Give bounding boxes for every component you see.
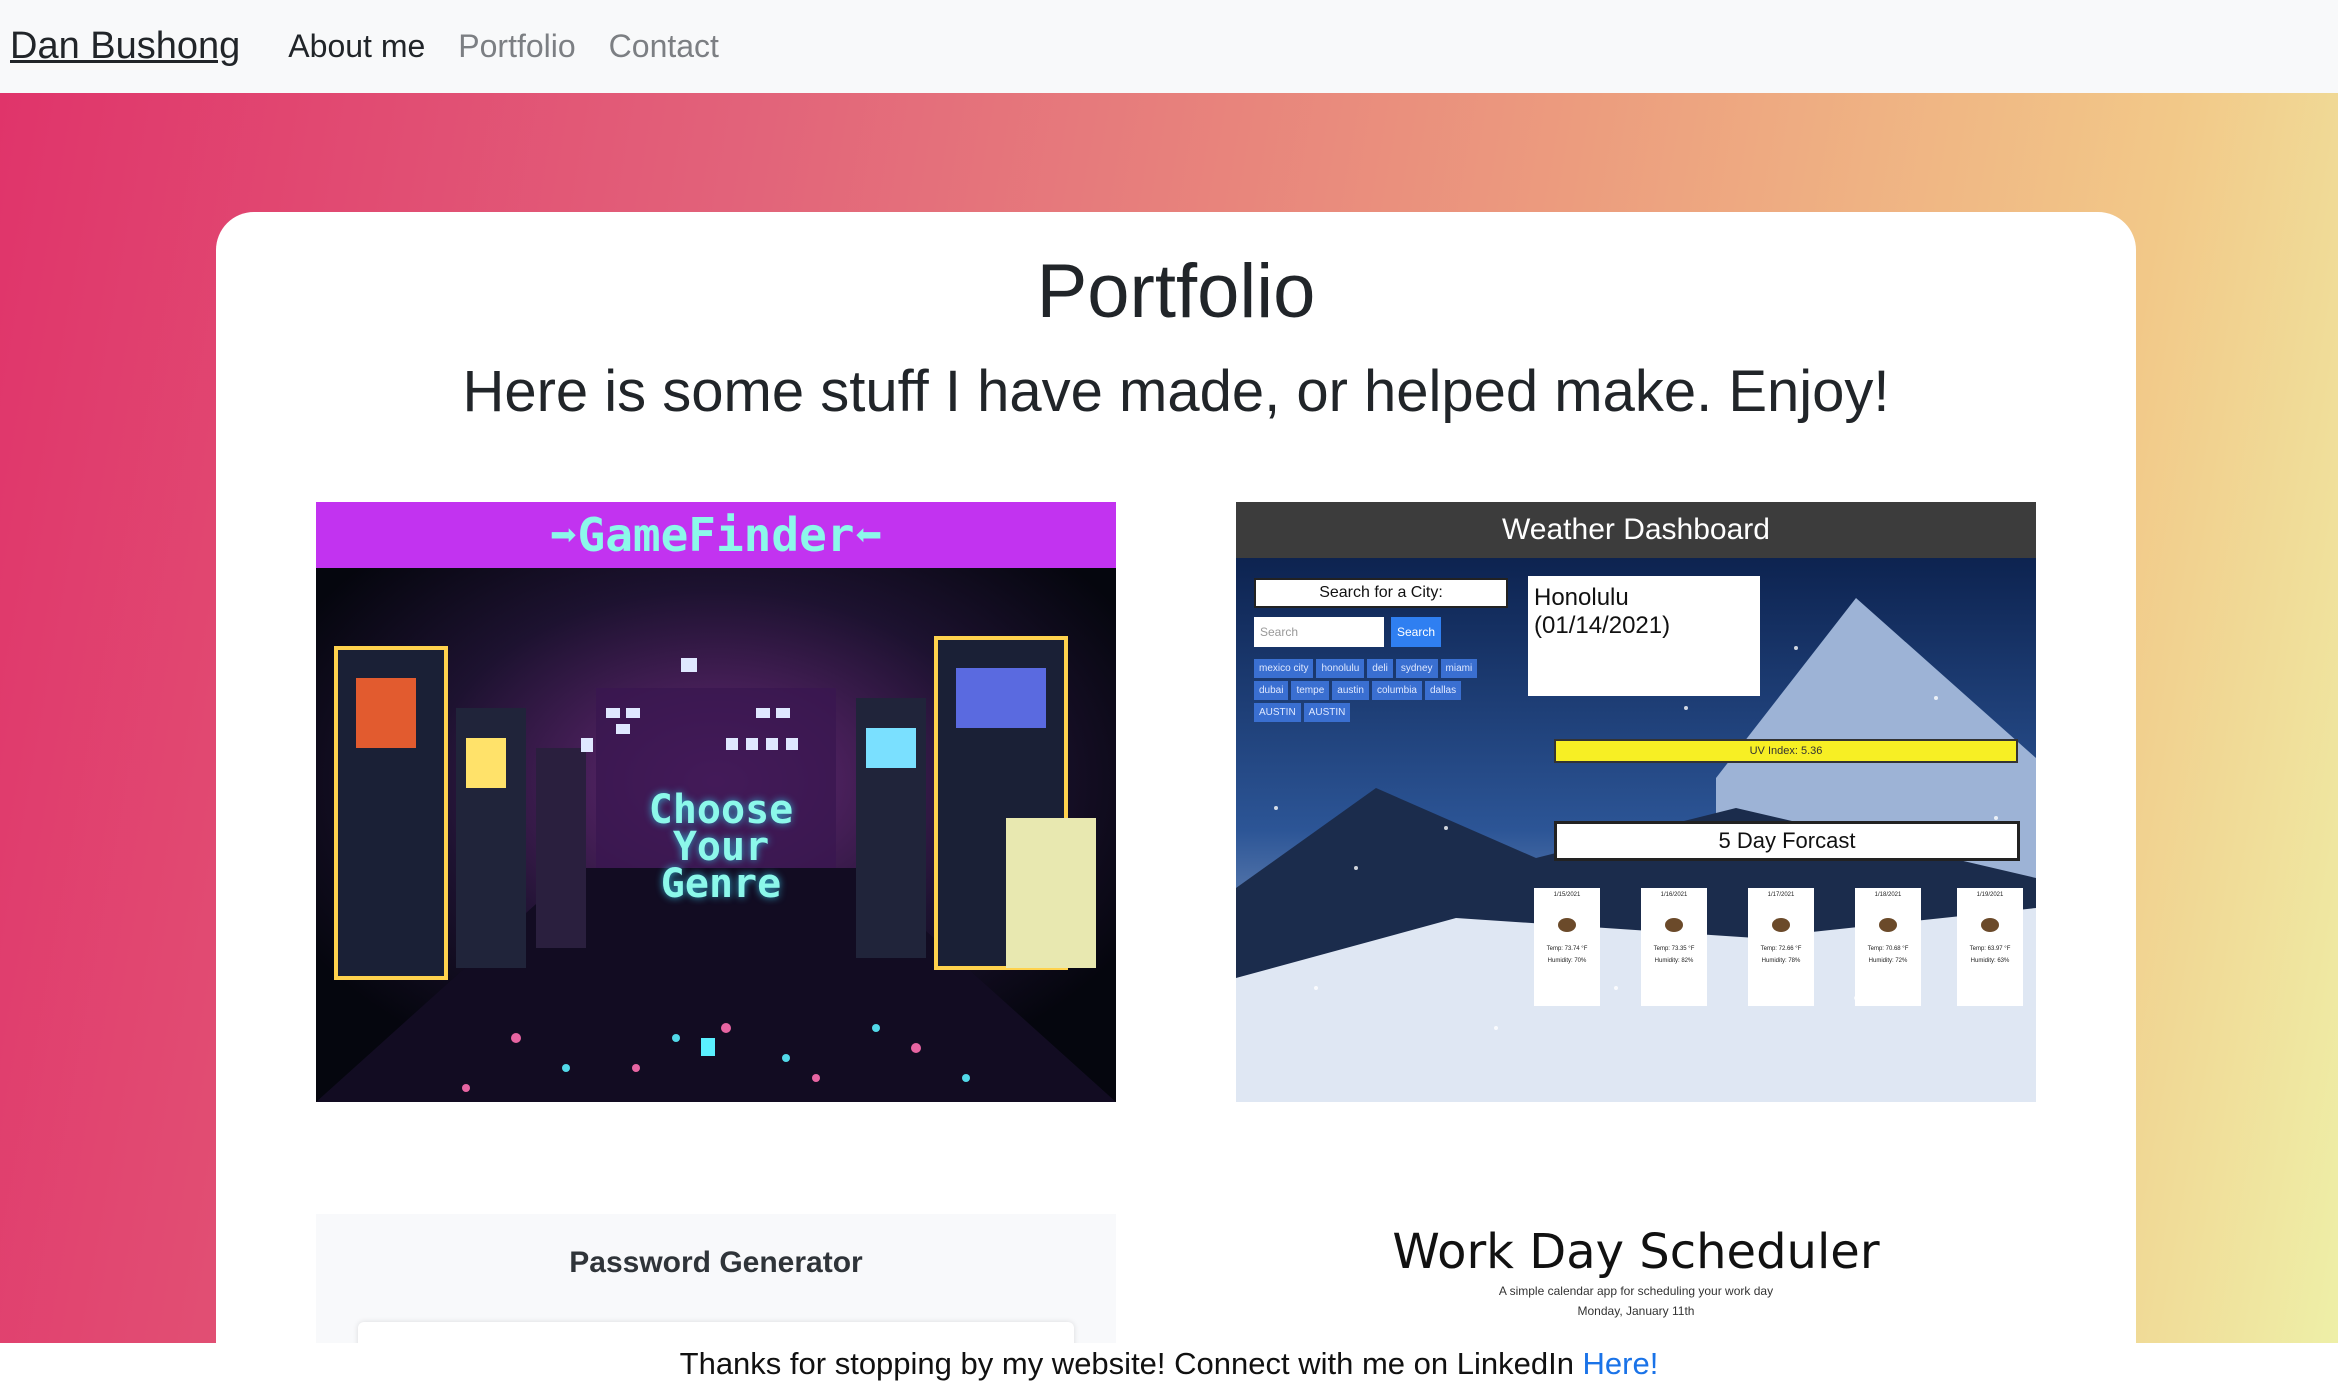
gamefinder-banner-text: GameFinder [577, 508, 855, 562]
forecast-temp: Temp: 73.74 °F [1546, 946, 1588, 952]
weather-city-chip: dubai [1254, 681, 1289, 700]
forecast-humidity: Humidity: 78% [1761, 958, 1801, 964]
forecast-date: 1/19/2021 [1976, 892, 2004, 898]
forecast-date: 1/15/2021 [1553, 892, 1581, 898]
project-gamefinder[interactable]: ➡ GameFinder ⬅ Choose Your Genre [316, 502, 1116, 1102]
navbar: Dan Bushong About me Portfolio Contact [0, 0, 2338, 93]
weather-search-title: Search for a City: [1254, 578, 1508, 608]
forecast-temp: Temp: 72.66 °F [1760, 946, 1802, 952]
weather-city-chip: sydney [1395, 659, 1438, 678]
page-title: Portfolio [1036, 249, 1316, 334]
nav-link-contact[interactable]: Contact [609, 28, 719, 65]
arrow-right-icon: ➡ [549, 508, 578, 562]
footer: Thanks for stopping by my website! Conne… [0, 1343, 2338, 1384]
weather-city-chip: AUSTIN [1254, 703, 1301, 722]
weather-city-chip: columbia [1371, 681, 1422, 700]
scheduler-subtitle: A simple calendar app for scheduling you… [1498, 1284, 1774, 1298]
forecast-humidity: Humidity: 72% [1868, 958, 1908, 964]
nav-link-about[interactable]: About me [288, 28, 425, 65]
weather-forecast-card: 1/17/2021 Temp: 72.66 °F Humidity: 78% [1748, 888, 1814, 1006]
weather-city-chip: tempe [1291, 681, 1330, 700]
weather-icon [1558, 918, 1576, 932]
scheduler-date: Monday, January 11th [1577, 1304, 1695, 1318]
weather-city-chip: austin [1332, 681, 1369, 700]
page-subtitle: Here is some stuff I have made, or helpe… [462, 359, 1890, 424]
weather-city-chip: deli [1367, 659, 1393, 678]
weather-forecast-card: 1/15/2021 Temp: 73.74 °F Humidity: 70% [1534, 888, 1600, 1006]
weather-icon [1879, 918, 1897, 932]
weather-city-chip: AUSTIN [1303, 703, 1351, 722]
nav-link-portfolio[interactable]: Portfolio [458, 28, 575, 65]
forecast-humidity: Humidity: 82% [1654, 958, 1694, 964]
forecast-temp: Temp: 63.97 °F [1969, 946, 2011, 952]
weather-icon [1665, 918, 1683, 932]
forecast-temp: Temp: 70.68 °F [1867, 946, 1909, 952]
weather-city-chip: mexico city [1254, 659, 1314, 678]
weather-forecast-card: 1/16/2021 Temp: 73.35 °F Humidity: 82% [1641, 888, 1707, 1006]
forecast-temp: Temp: 73.35 °F [1653, 946, 1695, 952]
forecast-date: 1/18/2021 [1874, 892, 1902, 898]
linkedin-link[interactable]: Here! [1583, 1346, 1659, 1381]
weather-city-chip: honolulu [1316, 659, 1365, 678]
password-generator-title: Password Generator [569, 1246, 863, 1279]
forecast-humidity: Humidity: 63% [1970, 958, 2010, 964]
brand-link[interactable]: Dan Bushong [10, 25, 240, 68]
weather-forecast-card: 1/19/2021 Temp: 63.97 °F Humidity: 63% [1957, 888, 2023, 1006]
portfolio-card: Portfolio Here is some stuff I have made… [216, 212, 2136, 1384]
footer-text: Thanks for stopping by my website! Conne… [679, 1346, 1583, 1381]
weather-dashboard-header: Weather Dashboard [1236, 502, 2036, 558]
weather-current-card: Honolulu (01/14/2021) [1528, 576, 1760, 696]
weather-forecast-title: 5 Day Forcast [1554, 821, 2020, 861]
choose-genre-text: Choose Your Genre [648, 787, 794, 907]
forecast-humidity: Humidity: 70% [1547, 958, 1587, 964]
weather-search-button: Search [1391, 617, 1441, 647]
weather-city-chip: miami [1440, 659, 1478, 678]
weather-icon [1772, 918, 1790, 932]
weather-current-city: Honolulu (01/14/2021) [1534, 584, 1671, 639]
scheduler-title: Work Day Scheduler [1392, 1224, 1880, 1280]
weather-uv-index: UV Index: 5.36 [1554, 739, 2018, 763]
forecast-date: 1/17/2021 [1767, 892, 1795, 898]
arrow-left-icon: ⬅ [854, 508, 883, 562]
weather-current-detail [1528, 644, 1760, 650]
project-weather-dashboard[interactable]: Weather Dashboard Search for a City: Sea… [1236, 502, 2036, 1102]
gamefinder-banner: ➡ GameFinder ⬅ [316, 502, 1116, 568]
weather-search-input: Search [1254, 617, 1384, 647]
weather-city-chip: dallas [1424, 681, 1462, 700]
weather-forecast-card: 1/18/2021 Temp: 70.68 °F Humidity: 72% [1855, 888, 1921, 1006]
weather-city-history: mexico city honolulu deli sydney miami d… [1254, 659, 1504, 722]
forecast-date: 1/16/2021 [1660, 892, 1688, 898]
weather-current-detail [1528, 664, 1760, 670]
weather-current-detail [1528, 654, 1760, 660]
weather-icon [1981, 918, 1999, 932]
